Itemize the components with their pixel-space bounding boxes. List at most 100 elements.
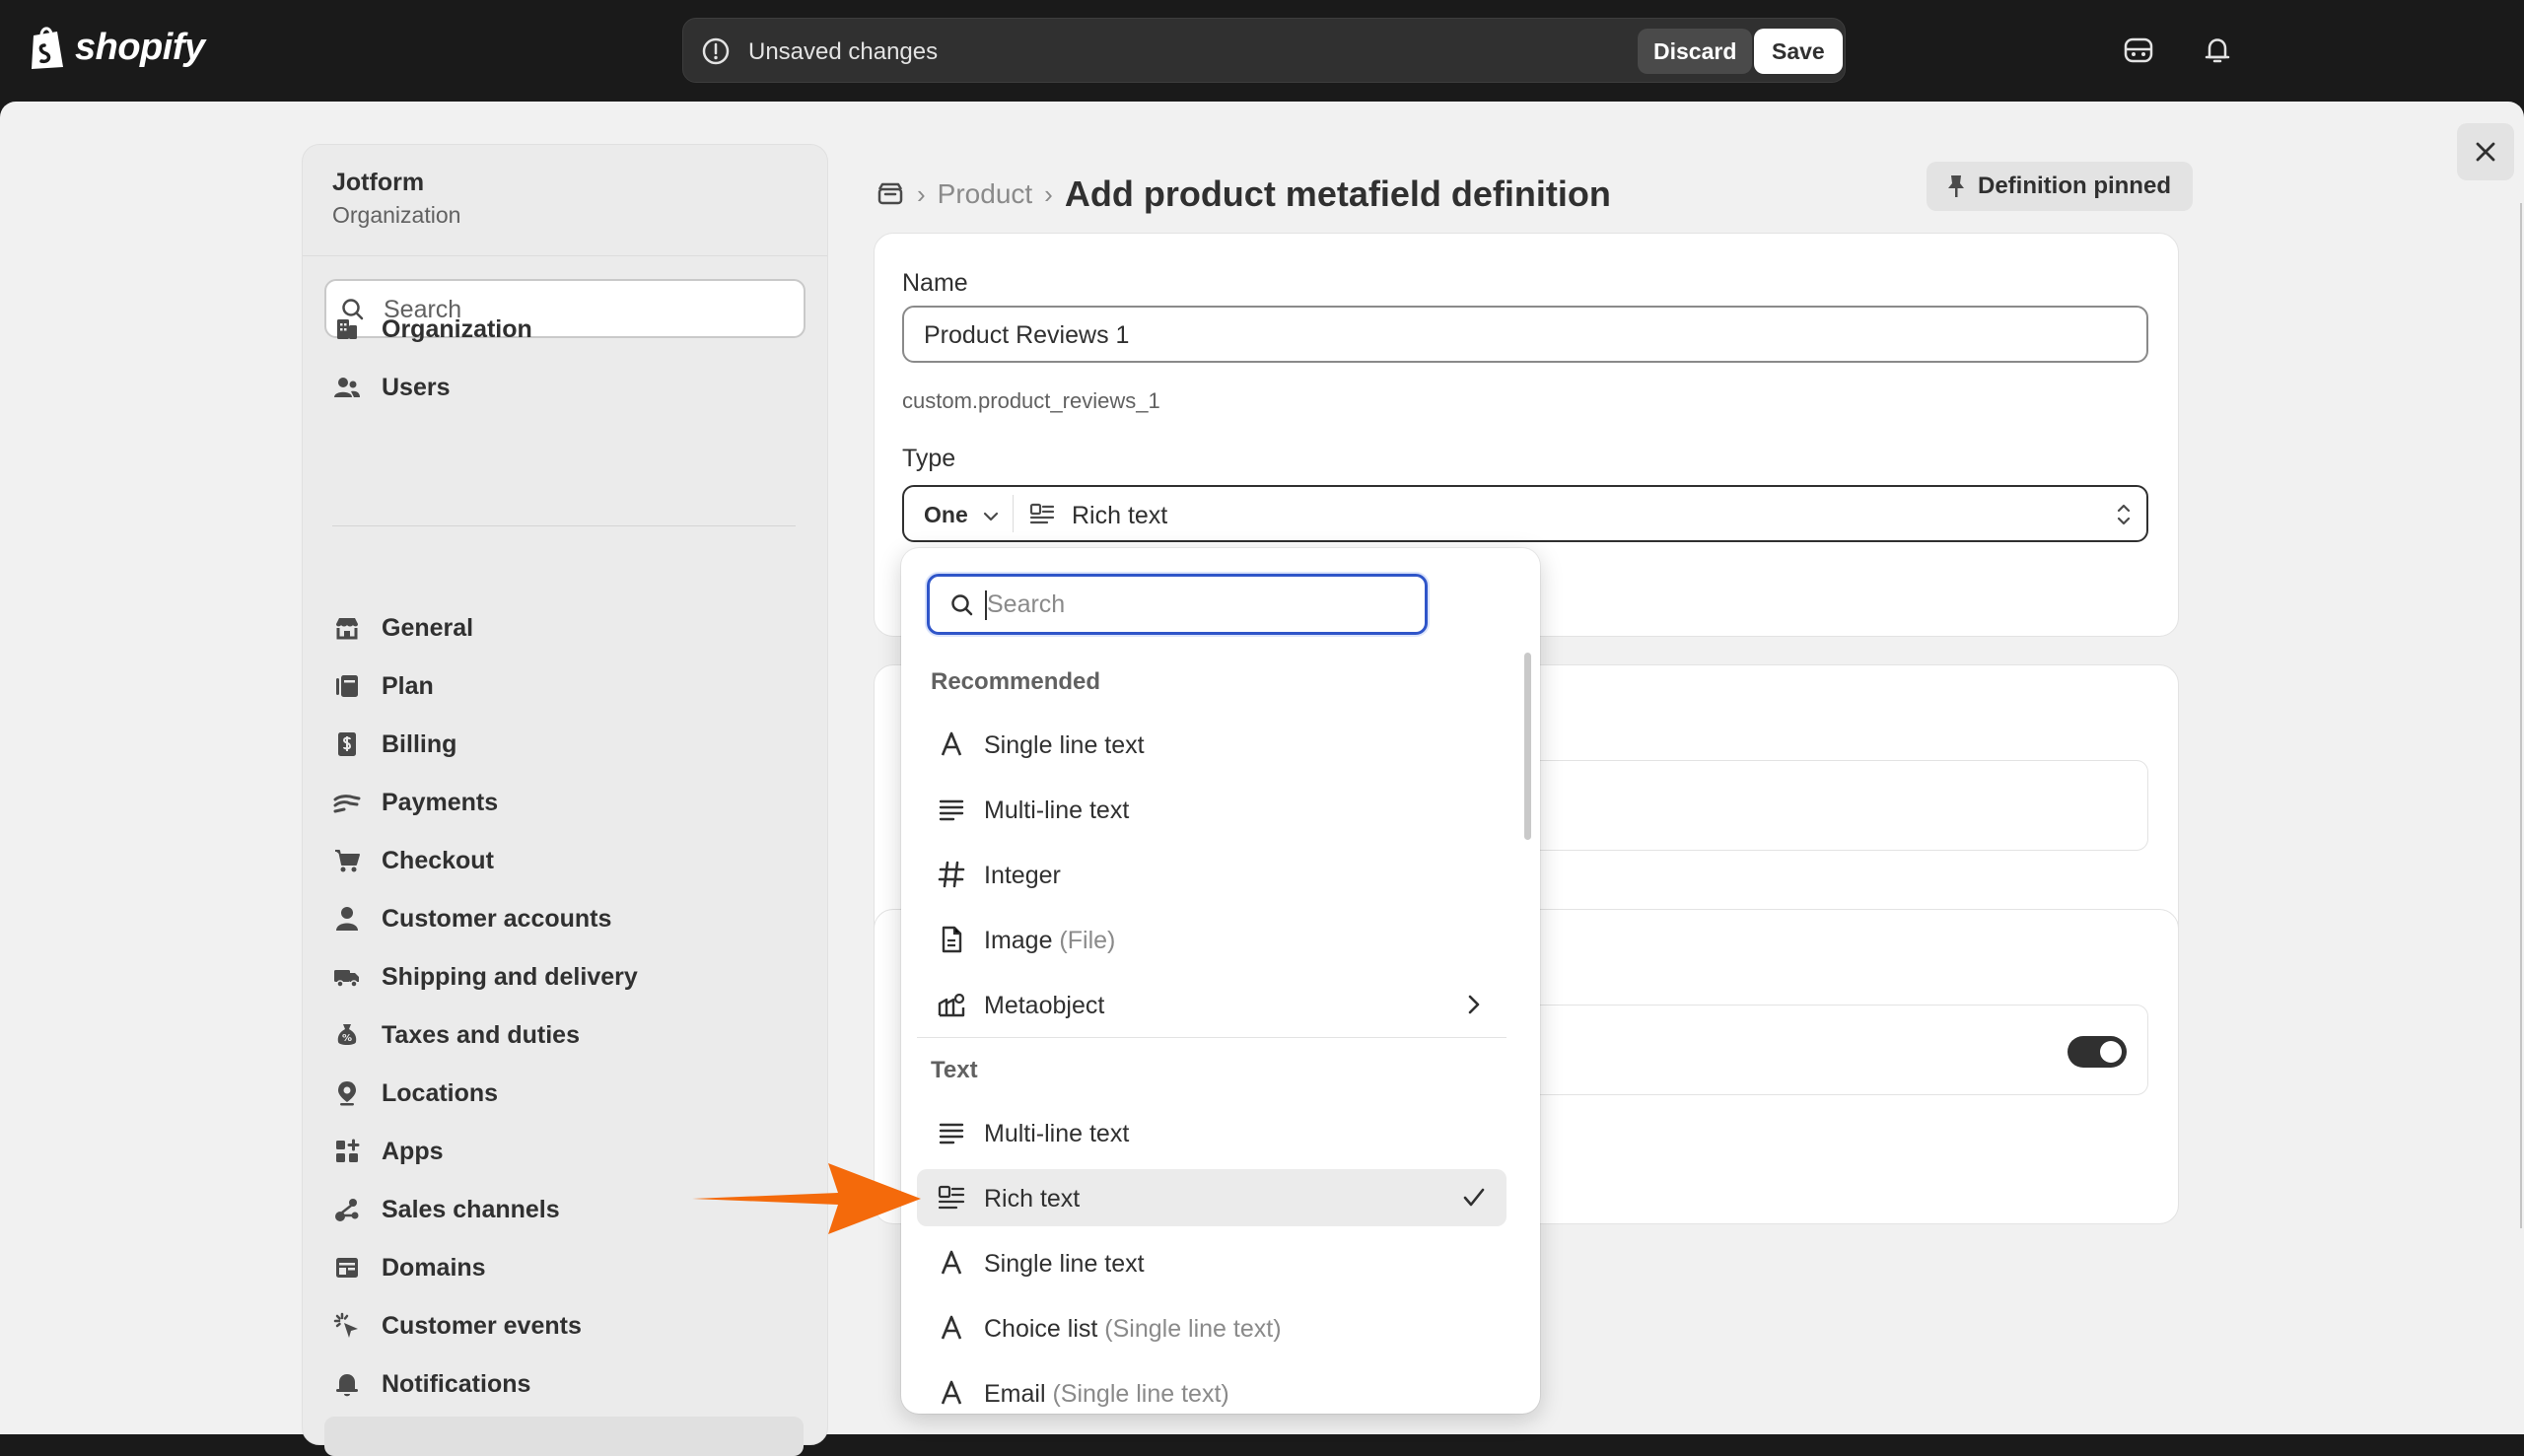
plan-icon (336, 675, 358, 697)
option-single-line-text[interactable]: Single line text (917, 1234, 1507, 1291)
sidebar-item-label: Taxes and duties (382, 1020, 580, 1049)
logo-wordmark: shopify (75, 26, 205, 68)
search-icon (951, 594, 973, 616)
sidebar-item-shipping[interactable]: Shipping and delivery (332, 957, 638, 997)
option-label: Rich text (984, 1185, 1081, 1213)
top-bar: shopify Unsaved changes Discard Save (0, 0, 2524, 102)
type-search-input[interactable]: Search (927, 574, 1428, 635)
breadcrumb: › Product › Add product metafield defini… (876, 163, 1611, 226)
sidebar-item-sales-channels[interactable]: Sales channels (332, 1190, 560, 1229)
lines-icon (939, 1123, 964, 1144)
text-caret (985, 590, 987, 620)
sidebar-item-metafields[interactable] (324, 1417, 804, 1456)
sidebar-item-customer-events[interactable]: Customer events (332, 1306, 582, 1346)
option-hint: (Single line text) (1045, 1380, 1229, 1408)
option-multi-line-text[interactable]: Multi-line text (917, 781, 1507, 838)
type-select-divider (1013, 495, 1014, 532)
toggle-knob (2100, 1041, 2122, 1063)
option-label: Image (984, 927, 1053, 954)
sidebar-item-notifications[interactable]: Notifications (332, 1364, 530, 1404)
dropdown-divider (917, 1037, 1507, 1038)
dropdown-scrollbar[interactable] (1524, 653, 1531, 840)
store-home-icon[interactable] (876, 179, 905, 209)
option-metaobject[interactable]: Metaobject (917, 976, 1507, 1033)
sidebar-item-label: Users (382, 373, 451, 401)
shopify-logo[interactable]: shopify (28, 24, 205, 71)
option-label: Choice list (984, 1315, 1098, 1343)
name-input[interactable]: Product Reviews 1 (902, 306, 2148, 363)
billing-icon (338, 732, 356, 756)
sidebar-item-general[interactable]: General (332, 608, 473, 648)
sidebar-item-label: General (382, 613, 474, 642)
recommended-header: Recommended (931, 668, 1101, 695)
discard-button[interactable]: Discard (1638, 29, 1753, 74)
list-type-select[interactable]: One (924, 502, 968, 528)
page-title: Add product metafield definition (1064, 173, 1611, 214)
globe-icon (336, 1258, 358, 1278)
bell-icon[interactable] (2201, 34, 2234, 67)
unsaved-changes-bar: Unsaved changes Discard Save (682, 18, 1846, 83)
option-single-line-text[interactable]: Single line text (917, 716, 1507, 773)
type-select[interactable]: One Rich text (902, 485, 2148, 542)
settings-sidebar: Jotform Organization Search Organization (302, 144, 828, 1456)
chevron-right-icon (1468, 995, 1480, 1014)
option-label: Single line text (984, 1250, 1145, 1278)
option-label: Email (984, 1380, 1046, 1408)
option-image[interactable]: Image (File) (917, 911, 1507, 968)
sidebar-item-users[interactable]: Users (332, 368, 451, 407)
hash-icon (938, 861, 965, 888)
option-multi-line-text[interactable]: Multi-line text (917, 1104, 1507, 1161)
sidebar-item-organization[interactable]: Organization (332, 310, 532, 349)
name-label: Name (902, 269, 968, 297)
sidebar-item-label: Checkout (382, 846, 494, 874)
sidebar-item-checkout[interactable]: Checkout (332, 841, 494, 880)
rich-text-icon (938, 1185, 965, 1210)
apps-icon (336, 1139, 360, 1162)
sidebar-item-billing[interactable]: Billing (332, 725, 456, 764)
type-search-placeholder: Search (987, 590, 1066, 618)
alert-circle-icon (702, 37, 730, 65)
text-header: Text (931, 1057, 978, 1083)
letter-a-icon (941, 731, 962, 756)
save-button[interactable]: Save (1754, 29, 1843, 74)
window-edge (2520, 203, 2522, 1228)
sidebar-item-customer-accounts[interactable]: Customer accounts (332, 899, 611, 938)
type-label: Type (902, 445, 956, 472)
sidebar-item-locations[interactable]: Locations (332, 1074, 498, 1113)
store-switcher-icon[interactable] (2122, 34, 2155, 67)
close-icon (2476, 142, 2495, 162)
option-choice-list[interactable]: Choice list (Single line text) (917, 1299, 1507, 1356)
option-rich-text[interactable]: Rich text (917, 1169, 1507, 1226)
sidebar-item-payments[interactable]: Payments (332, 783, 498, 822)
unsaved-changes-text: Unsaved changes (748, 38, 939, 65)
sidebar-item-apps[interactable]: Apps (332, 1132, 444, 1171)
option-label: Multi-line text (984, 797, 1130, 824)
users-icon (334, 378, 360, 397)
store-icon (336, 618, 358, 640)
definition-pinned-button[interactable]: Definition pinned (1927, 162, 2193, 211)
name-input-value: Product Reviews 1 (924, 321, 1130, 349)
cart-icon (335, 850, 360, 872)
sidebar-item-label: Domains (382, 1253, 486, 1282)
organization-subtitle: Organization (332, 202, 461, 228)
breadcrumb-product-link[interactable]: Product (938, 178, 1033, 210)
shopify-bag-icon (32, 27, 63, 69)
sidebar-item-label: Organization (382, 314, 532, 343)
option-integer[interactable]: Integer (917, 846, 1507, 903)
sidebar-item-label: Customer accounts (382, 904, 612, 933)
payments-icon (333, 795, 361, 813)
sidebar-item-plan[interactable]: Plan (332, 666, 434, 706)
option-email[interactable]: Email (Single line text) (917, 1364, 1507, 1414)
breadcrumb-separator: › (917, 178, 926, 209)
sidebar-item-label: Notifications (382, 1369, 531, 1398)
organization-header[interactable]: Jotform Organization (303, 145, 827, 256)
close-settings-button[interactable] (2457, 123, 2514, 180)
sidebar-item-label: Apps (382, 1137, 444, 1165)
sidebar-item-domains[interactable]: Domains (332, 1248, 486, 1287)
sidebar-item-taxes[interactable]: % Taxes and duties (332, 1015, 580, 1055)
letter-a-icon (941, 1250, 962, 1275)
breadcrumb-separator: › (1044, 178, 1053, 209)
option-toggle[interactable] (2068, 1036, 2127, 1068)
namespace-key: custom.product_reviews_1 (902, 388, 1160, 413)
letter-a-icon (941, 1315, 962, 1340)
